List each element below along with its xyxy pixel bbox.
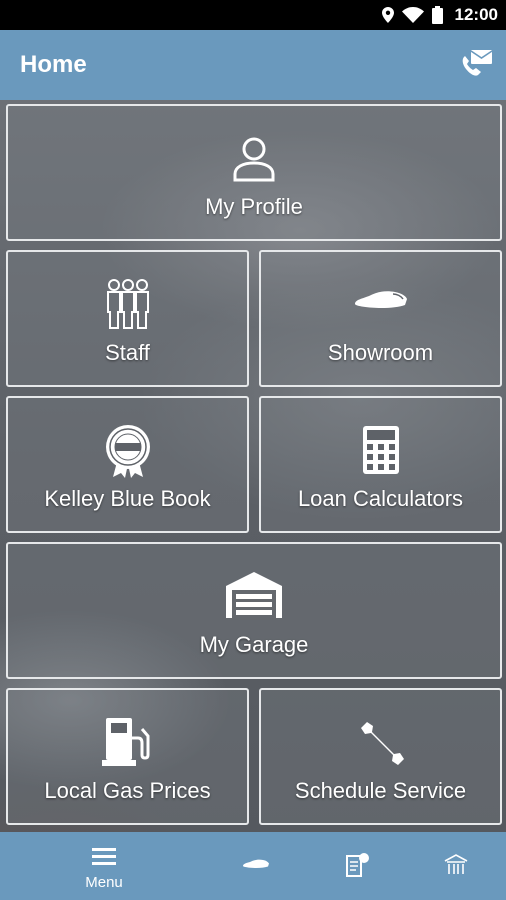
dealership-icon (444, 854, 468, 874)
my-garage-tile[interactable]: My Garage (6, 542, 502, 679)
document-badge-icon (346, 853, 369, 877)
schedule-service-label: Schedule Service (294, 778, 467, 803)
bottom-nav: Menu (0, 832, 506, 900)
phone-mail-icon[interactable] (458, 47, 494, 83)
group-icon (106, 279, 149, 329)
garage-icon (226, 572, 282, 618)
nav-documents-button[interactable] (318, 832, 398, 900)
staff-tile[interactable]: Staff (6, 250, 249, 387)
wifi-icon (401, 7, 424, 23)
menu-label: Menu (85, 874, 123, 891)
schedule-service-tile[interactable]: Schedule Service (259, 688, 502, 825)
gas-pump-icon (101, 718, 149, 766)
status-bar: 12:00 (0, 0, 506, 30)
tile-grid: My Profile Staff Showroom Kelley Blue Bo… (0, 100, 506, 832)
showroom-tile[interactable]: Showroom (259, 250, 502, 387)
page-title: Home (20, 51, 87, 78)
car-icon (243, 859, 269, 868)
nav-dealership-button[interactable] (416, 832, 496, 900)
my-profile-tile[interactable]: My Profile (6, 104, 502, 241)
person-icon (233, 137, 275, 182)
my-garage-label: My Garage (199, 632, 309, 657)
my-profile-label: My Profile (205, 194, 303, 219)
menu-icon (92, 848, 116, 865)
kelley-blue-book-label: Kelley Blue Book (44, 486, 211, 511)
showroom-label: Showroom (327, 340, 434, 365)
local-gas-prices-tile[interactable]: Local Gas Prices (6, 688, 249, 825)
loan-calculators-tile[interactable]: Loan Calculators (259, 396, 502, 533)
calculator-icon (362, 426, 399, 474)
local-gas-prices-label: Local Gas Prices (44, 778, 211, 803)
app-bar: Home (0, 30, 506, 100)
car-icon (354, 291, 407, 308)
nav-showroom-button[interactable] (216, 832, 296, 900)
menu-button[interactable]: Menu (64, 832, 144, 900)
status-time: 12:00 (454, 5, 498, 24)
kelley-blue-book-tile[interactable]: Kelley Blue Book (6, 396, 249, 533)
kbb-badge-icon (105, 425, 150, 478)
staff-label: Staff (105, 340, 150, 365)
wrench-icon (360, 722, 404, 765)
battery-icon (431, 6, 443, 24)
location-icon (381, 7, 394, 23)
loan-calculators-label: Loan Calculators (297, 486, 464, 511)
